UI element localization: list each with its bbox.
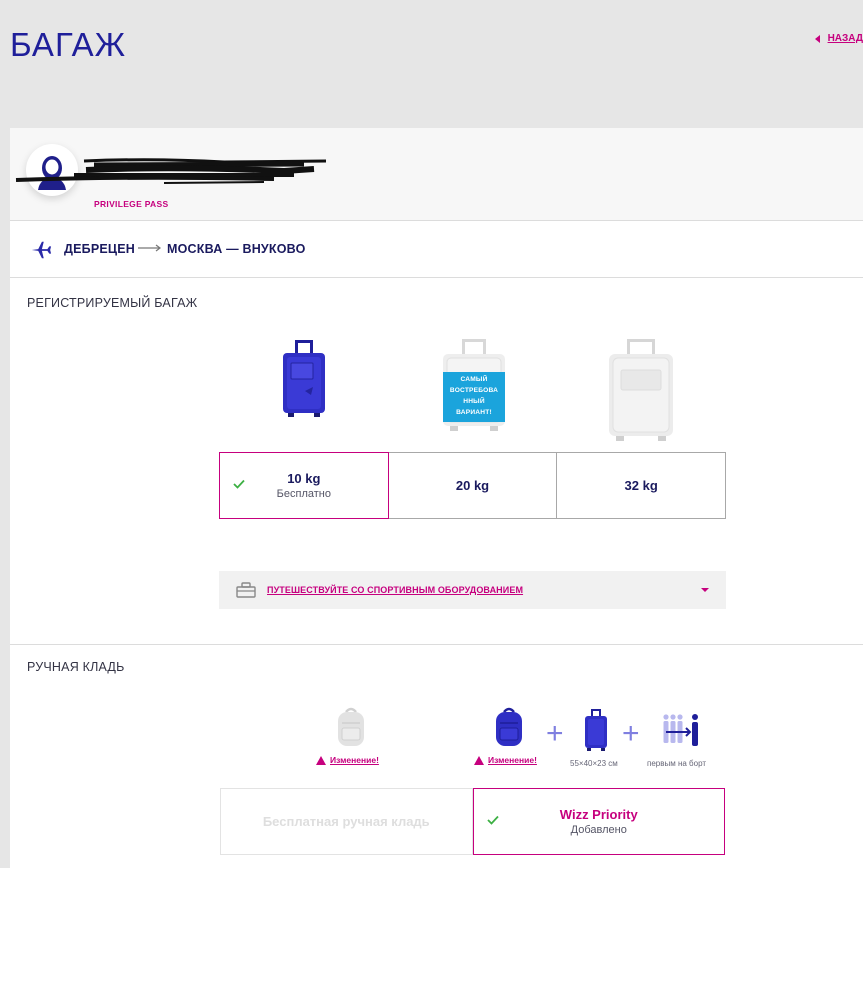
priority-boarding-label: первым на борт [647,759,707,768]
wizz-priority-option[interactable]: Wizz Priority Добавлено [472,788,725,855]
arrow-right-icon [138,244,161,252]
priority-change-warning[interactable]: Изменение! [474,755,537,765]
redacted-name [15,158,327,184]
back-link-label: НАЗАД [827,33,863,44]
badge-line: САМЫЙ [460,376,488,383]
sports-bag-icon [236,582,256,598]
backpack-small-icon [338,707,364,746]
hand-baggage-options: Бесплатная ручная кладь Wizz Priority До… [220,788,725,855]
header-band [0,0,863,128]
priority-option-label: Wizz Priority [559,807,638,822]
weight-option-10kg[interactable]: 10 kg Бесплатно [219,452,389,519]
priority-boarding-icon [663,714,698,746]
section-divider [10,644,863,645]
weight-option-32kg[interactable]: 32 kg [556,452,727,519]
page-title: БАГАЖ [10,26,127,63]
suitcase-10kg-icon [283,340,325,417]
weight-option-value: 32 kg [624,478,658,493]
hand-baggage-title: РУЧНАЯ КЛАДЬ [27,660,125,674]
warning-icon [316,755,326,765]
plus-icon: + [622,717,640,750]
backpack-change-warning[interactable]: Изменение! [316,755,379,765]
sports-equipment-label: ПУТЕШЕСТВУЙТЕ СО СПОРТИВНЫМ ОБОРУДОВАНИЕ… [267,585,524,595]
free-hand-baggage-option[interactable]: Бесплатная ручная кладь [220,788,473,855]
badge-line: ВОСТРЕБОВА [449,387,499,394]
trolley-size-label: 55×40×23 см [570,759,618,768]
left-gutter [0,128,10,868]
weight-option-value: 10 kg [287,471,321,486]
checked-weight-options: 10 kg Бесплатно 20 kg 32 kg [219,452,727,519]
checked-baggage-title: РЕГИСТРИРУЕМЫЙ БАГАЖ [27,296,198,310]
route-destination: МОСКВА — ВНУКОВО [167,242,306,256]
plus-icon: + [546,717,564,750]
warning-label: Изменение! [330,755,379,765]
weight-option-20kg[interactable]: 20 kg [387,452,558,519]
badge-line: ННЫЙ [463,398,485,405]
route-row: ДЕБРЕЦЕН МОСКВА — ВНУКОВО [10,222,863,278]
warning-label: Изменение! [488,755,537,765]
trolley-suitcase-icon [585,709,607,751]
badge-line: ВАРИАНТ! [456,409,492,416]
weight-option-price: Бесплатно [276,488,331,500]
suitcase-32kg-icon [609,339,673,441]
route-origin: ДЕБРЕЦЕН [64,242,135,256]
backpack-priority-icon [496,707,522,746]
sports-equipment-toggle[interactable]: ПУТЕШЕСТВУЙТЕ СО СПОРТИВНЫМ ОБОРУДОВАНИЕ… [219,571,726,609]
most-popular-badge: САМЫЙ ВОСТРЕБОВА ННЫЙ ВАРИАНТ! [443,372,505,422]
back-link[interactable]: НАЗАД [814,33,863,44]
priority-option-status: Добавлено [570,824,627,836]
airplane-icon [31,241,52,259]
passenger-row: PRIVILEGE PASS [10,128,863,221]
checkmark-icon [233,479,245,489]
baggage-card: PRIVILEGE PASS ДЕБРЕЦЕН МОСКВА — ВНУКОВО… [10,128,863,868]
free-option-label: Бесплатная ручная кладь [262,814,430,829]
checkmark-icon [486,815,499,825]
chevron-down-icon [701,588,709,592]
pass-type-label: PRIVILEGE PASS [94,199,169,209]
weight-option-value: 20 kg [455,478,490,493]
chevron-left-icon [814,34,820,43]
warning-icon [474,755,484,765]
